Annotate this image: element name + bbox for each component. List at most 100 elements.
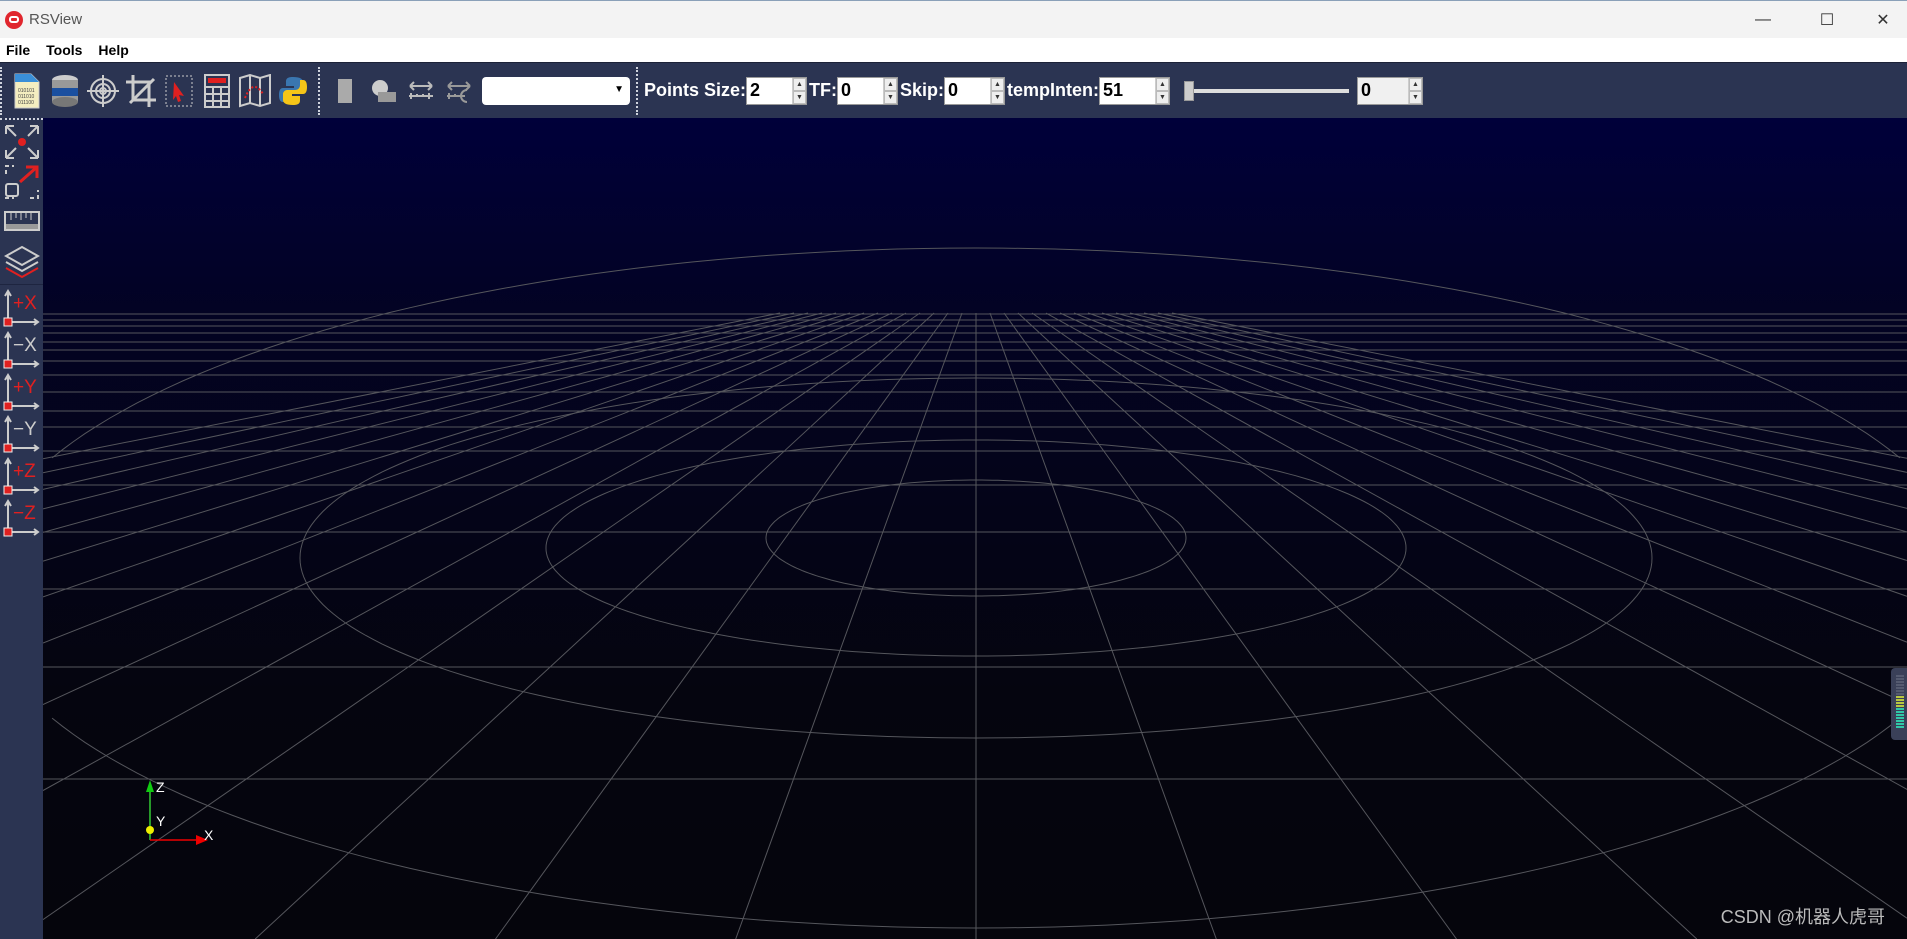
menu-help[interactable]: Help [92, 42, 134, 58]
slider-track [1184, 88, 1350, 93]
spin-up-icon[interactable]: ▲ [1409, 77, 1423, 91]
zoom-to-box-icon[interactable] [0, 162, 43, 202]
meter-bar [1896, 702, 1904, 704]
meter-bar [1896, 714, 1904, 716]
grid-line-radial [1059, 312, 1907, 705]
view-sidebar: +X −X +Y −Y +Z −Z [0, 118, 43, 939]
axis-view-icon: −Z [3, 499, 40, 537]
view-button-neg-y[interactable]: −Y [0, 413, 43, 455]
meter-bar [1896, 705, 1904, 707]
measure-object-icon[interactable] [366, 71, 400, 111]
slider-handle[interactable] [1184, 80, 1195, 101]
grid-line-radial [735, 312, 963, 939]
grid-line-radial [1031, 312, 1907, 919]
menu-file[interactable]: File [0, 42, 36, 58]
toolbar-separator [636, 66, 638, 115]
3d-viewport[interactable]: Z Y X CSDN @机器人虎哥 [43, 118, 1907, 939]
frame-input[interactable] [1358, 77, 1409, 104]
frame-spinbox[interactable]: ▲▼ [1357, 76, 1424, 105]
skip-label: Skip: [900, 80, 945, 100]
tf-spinbox[interactable]: ▲▼ [837, 76, 898, 105]
map-route-icon[interactable] [238, 71, 272, 111]
grid-line-radial [989, 312, 1217, 939]
view-buttons: +X −X +Y −Y +Z −Z [0, 287, 43, 539]
python-icon[interactable] [276, 71, 310, 111]
frame-slider[interactable] [1184, 77, 1350, 105]
minimize-button[interactable]: — [1740, 1, 1786, 39]
skip-input[interactable] [945, 77, 991, 104]
calculator-icon[interactable] [200, 71, 234, 111]
spin-down-icon[interactable]: ▼ [991, 90, 1005, 104]
meter-bar [1896, 723, 1904, 725]
axis-view-label: −Y [13, 419, 37, 440]
z-axis-label: Z [156, 779, 165, 795]
y-axis-label: Y [156, 813, 166, 829]
layers-icon[interactable] [0, 242, 43, 282]
watermark: CSDN @机器人虎哥 [1720, 907, 1885, 927]
spin-down-icon[interactable]: ▼ [1409, 90, 1423, 104]
meter-bar [1896, 699, 1904, 701]
tempinten-input[interactable] [1100, 77, 1156, 104]
spin-up-icon[interactable]: ▲ [991, 77, 1005, 91]
axis-view-label: +Z [13, 461, 36, 482]
spin-down-icon[interactable]: ▼ [793, 90, 807, 104]
view-button-neg-z[interactable]: −Z [0, 497, 43, 539]
axis-view-icon: −Y [3, 415, 40, 453]
tempinten-spinbox[interactable]: ▲▼ [1099, 76, 1171, 105]
points-size-spinbox[interactable]: ▲▼ [746, 76, 808, 105]
tf-input[interactable] [838, 77, 883, 104]
open-file-icon[interactable]: 010101 011010 011100 [10, 71, 44, 111]
lidar-device-icon[interactable] [48, 71, 82, 111]
meter-bar [1896, 693, 1904, 695]
spin-up-icon[interactable]: ▲ [1156, 77, 1170, 91]
distance-ruler-icon[interactable] [404, 71, 438, 111]
meter-bar [1896, 717, 1904, 719]
toolbar-separator [318, 66, 320, 115]
spin-up-icon[interactable]: ▲ [884, 77, 897, 91]
menu-bar: File Tools Help [0, 38, 1907, 62]
spin-down-icon[interactable]: ▼ [884, 90, 897, 104]
angle-ruler-icon[interactable] [442, 71, 476, 111]
view-button-pos-x[interactable]: +X [0, 287, 43, 329]
grid-line-radial [43, 312, 837, 533]
close-button[interactable]: ✕ [1860, 1, 1906, 39]
meter-bar [1896, 678, 1904, 680]
points-size-input[interactable] [747, 77, 793, 104]
z-axis-arrow-icon [146, 780, 154, 792]
chevron-down-icon: ▼ [614, 83, 624, 95]
grid-line-radial [1087, 312, 1907, 597]
pointcloud-color-icon[interactable] [328, 71, 362, 111]
axis-view-label: +Y [13, 377, 37, 398]
ruler-icon[interactable] [0, 202, 43, 242]
axis-view-label: +X [13, 293, 37, 314]
meter-bar [1896, 720, 1904, 722]
grid-line-radial [43, 312, 865, 598]
ground-grid [43, 247, 1907, 939]
axis-view-label: −X [13, 335, 37, 356]
view-button-neg-x[interactable]: −X [0, 329, 43, 371]
menu-tools[interactable]: Tools [40, 42, 88, 58]
target-icon[interactable] [86, 71, 120, 111]
crop-icon[interactable] [124, 71, 158, 111]
grid-line-radial [1073, 312, 1907, 643]
device-select-dropdown[interactable]: ▼ [482, 76, 630, 105]
grid-line-radial [43, 312, 795, 474]
grid-line-radial [43, 312, 879, 644]
grid-line-radial [1017, 312, 1698, 939]
view-button-pos-y[interactable]: +Y [0, 371, 43, 413]
meter-bar [1896, 681, 1904, 683]
select-points-icon[interactable] [162, 71, 196, 111]
axis-view-icon: +Y [3, 373, 40, 411]
fit-view-icon[interactable] [0, 122, 43, 162]
skip-spinbox[interactable]: ▲▼ [944, 76, 1006, 105]
maximize-button[interactable]: ☐ [1804, 1, 1850, 39]
view-button-pos-z[interactable]: +Z [0, 455, 43, 497]
y-axis-dot-icon [146, 826, 154, 834]
toolbar-grip[interactable] [0, 66, 2, 115]
grid-line-radial [1143, 312, 1907, 490]
grid-line-radial [43, 312, 781, 460]
tempinten-label: tempInten: [1007, 80, 1100, 100]
spin-down-icon[interactable]: ▼ [1156, 90, 1170, 104]
title-bar: RSView — ☐ ✕ [0, 0, 1907, 38]
spin-up-icon[interactable]: ▲ [793, 77, 807, 91]
